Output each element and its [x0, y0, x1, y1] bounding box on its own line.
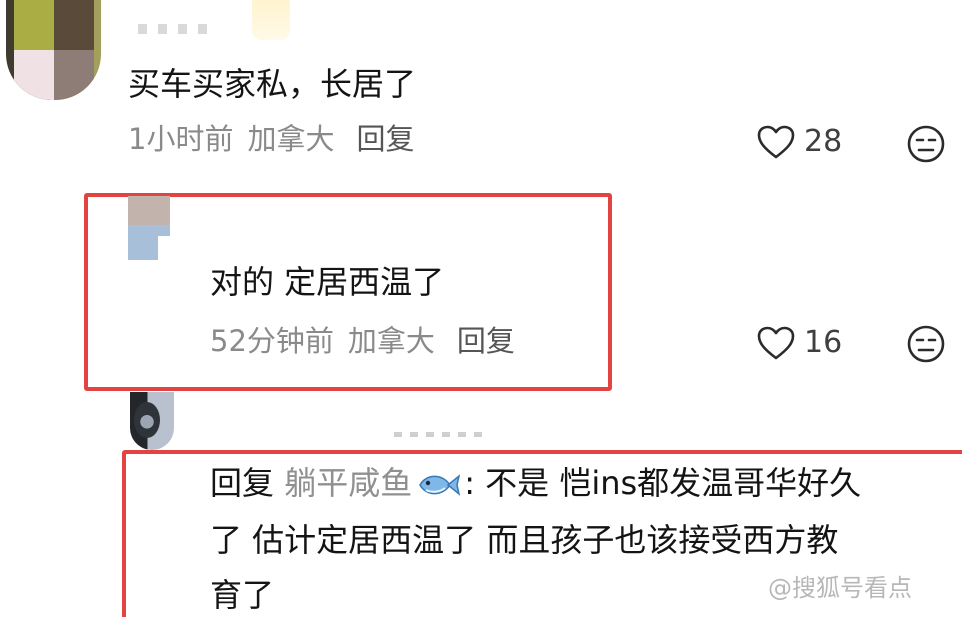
reply-text-line-1: 回复 躺平咸鱼 : 不是 恺ins都发温哥华好久: [210, 458, 861, 508]
heart-icon: [757, 326, 795, 360]
like-button[interactable]: 16: [756, 325, 842, 361]
reply-button[interactable]: 回复: [457, 324, 515, 358]
mentioned-username[interactable]: 躺平咸鱼: [284, 464, 412, 502]
fish-emoji-icon: [419, 474, 461, 496]
comment-location: 加拿大: [247, 122, 335, 156]
blurred-header-fragment: [252, 0, 290, 40]
emoji-reaction-icon[interactable]: [906, 124, 946, 164]
reply-button[interactable]: 回复: [356, 122, 414, 156]
comment-text: 买车买家私，长居了: [128, 65, 417, 103]
reply-text-line-2: 了 估计定居西温了 而且孩子也该接受西方教: [210, 521, 839, 559]
blurred-username: [138, 24, 218, 34]
reply-body-part: : 不是 恺ins都发温哥华好久: [464, 464, 862, 502]
reply-prefix: 回复: [210, 464, 275, 502]
comment-time: 1小时前: [128, 122, 234, 156]
reply-location: 加拿大: [347, 324, 435, 358]
blurred-username: [394, 432, 484, 437]
watermark: @搜狐号看点: [768, 574, 912, 602]
like-button[interactable]: 28: [756, 124, 842, 160]
reply-time: 52分钟前: [210, 324, 334, 358]
reply-text-line-3: 育了: [210, 576, 275, 614]
emoji-reaction-icon[interactable]: [906, 324, 946, 364]
avatar[interactable]: [6, 0, 101, 100]
avatar[interactable]: [130, 392, 174, 450]
avatar[interactable]: [128, 196, 170, 260]
like-count: 28: [804, 124, 843, 159]
like-count: 16: [804, 325, 843, 360]
heart-icon: [757, 125, 795, 159]
reply-meta: 52分钟前 加拿大 回复: [210, 322, 515, 360]
reply-text: 对的 定居西温了: [210, 263, 445, 301]
comment-meta: 1小时前 加拿大 回复: [128, 120, 414, 158]
